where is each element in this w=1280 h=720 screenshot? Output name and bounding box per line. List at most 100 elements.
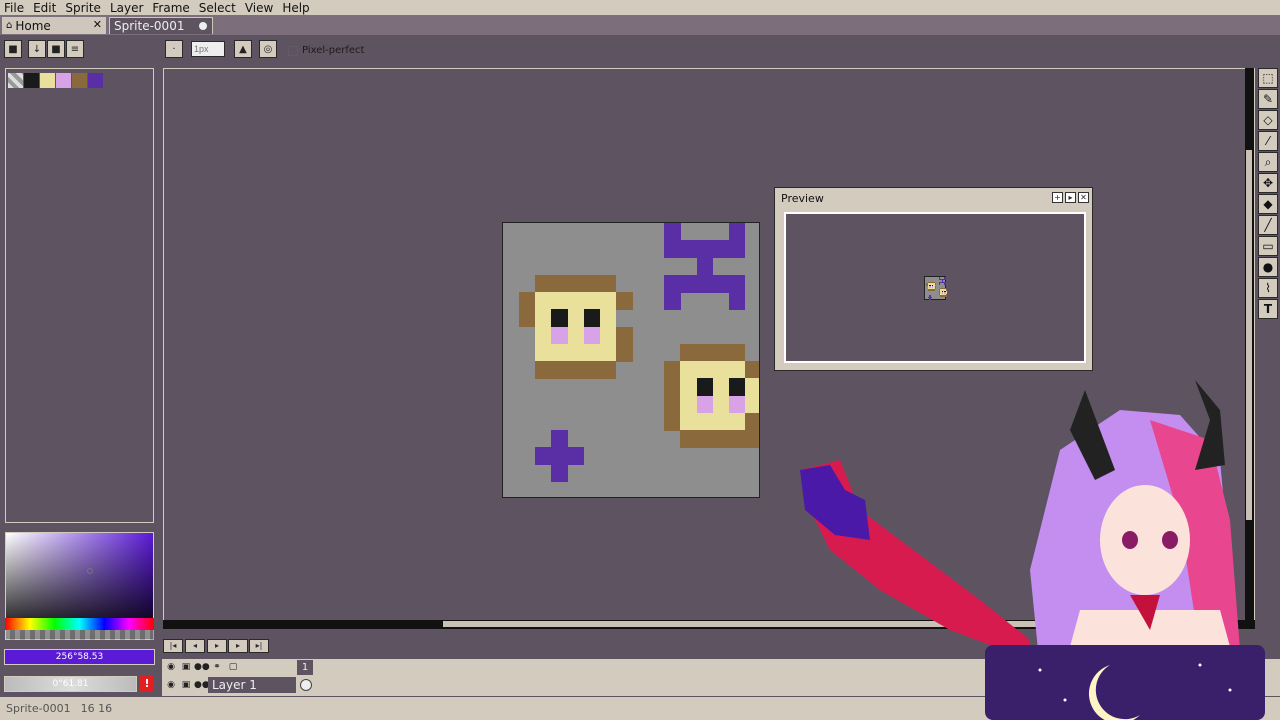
lock-icon[interactable]: ■: [4, 40, 22, 58]
rectangle-icon[interactable]: ▭: [1258, 236, 1278, 256]
blur-icon[interactable]: ⌇: [1258, 278, 1278, 298]
cel-icon[interactable]: [300, 679, 312, 691]
frame-number[interactable]: 1: [297, 660, 313, 675]
pixel-perfect-checkbox[interactable]: [288, 46, 298, 56]
preview-pixel: [938, 283, 941, 285]
warning-icon[interactable]: !: [140, 676, 154, 692]
layer-name[interactable]: Layer 1: [208, 677, 296, 693]
palette-swatch[interactable]: [24, 73, 39, 88]
close-icon[interactable]: ✕: [1078, 192, 1089, 203]
tab-bar: ⌂ Home ✕ Sprite-0001: [0, 15, 1280, 35]
preview-center-icon[interactable]: +: [1052, 192, 1063, 203]
lock-icon[interactable]: ▣: [179, 660, 193, 674]
layer-eye-icon[interactable]: ◉: [164, 678, 178, 692]
text-icon[interactable]: T: [1258, 299, 1278, 319]
onion-skin-icon[interactable]: ⚭: [210, 660, 224, 674]
rectangular-marquee-icon[interactable]: ⬚: [1258, 68, 1278, 88]
sprite-pixel: [680, 395, 697, 414]
preview-pixel: [929, 298, 931, 300]
palette-swatch-transparent[interactable]: [8, 73, 23, 88]
sprite-pixel: [696, 378, 714, 396]
sprite-pixel: [664, 240, 681, 258]
tab-close-button[interactable]: ✕: [93, 18, 102, 31]
sprite-pixel: [680, 361, 697, 379]
brush-size-input[interactable]: [191, 41, 225, 57]
pencil-icon[interactable]: ✎: [1258, 89, 1278, 109]
menu-help[interactable]: Help: [282, 1, 309, 15]
line-icon[interactable]: ╱: [1258, 215, 1278, 235]
sprite-pixel: [680, 240, 697, 258]
menu-select[interactable]: Select: [199, 1, 236, 15]
zoom-icon[interactable]: ⌕: [1258, 152, 1278, 172]
alpha-slider[interactable]: [5, 630, 154, 640]
background-color-button[interactable]: 0°61.81: [4, 676, 137, 692]
palette-swatch[interactable]: [88, 73, 103, 88]
preview-thumbnail: [924, 276, 948, 300]
sprite-pixel: [535, 343, 552, 362]
sprite-pixel: [567, 326, 585, 345]
preview-window[interactable]: Preview + ▸ ✕: [774, 187, 1093, 371]
contour-icon[interactable]: ●: [1258, 257, 1278, 277]
context-toolbar: ■ ↓ ■ ≡ · ▲ ◎ Pixel-perfect: [0, 35, 1280, 67]
brush-angle-icon[interactable]: ▲: [234, 40, 252, 58]
sprite-pixel: [599, 343, 617, 362]
continuous-icon[interactable]: ●●: [194, 660, 210, 674]
palette-swatch[interactable]: [56, 73, 71, 88]
ink-icon[interactable]: ◎: [259, 40, 277, 58]
palette-swatch[interactable]: [72, 73, 87, 88]
sprite-pixel: [664, 274, 681, 293]
preview-area[interactable]: [784, 212, 1086, 363]
eye-icon[interactable]: ◉: [164, 660, 178, 674]
eyedropper-icon[interactable]: ⁄: [1258, 131, 1278, 151]
layer-lock-icon[interactable]: ▣: [179, 678, 193, 692]
menu-file[interactable]: File: [4, 1, 24, 15]
sprite-pixel: [535, 326, 552, 345]
sprite-pixel: [535, 309, 552, 327]
sprite-pixel: [728, 343, 746, 362]
sprite-canvas[interactable]: [502, 222, 760, 498]
eraser-icon[interactable]: ◇: [1258, 110, 1278, 130]
tab-sprite[interactable]: Sprite-0001: [109, 17, 213, 34]
color-picker-cursor[interactable]: [87, 568, 93, 574]
paint-bucket-icon[interactable]: ◆: [1258, 194, 1278, 214]
horizontal-scroll-thumb[interactable]: [443, 621, 1063, 627]
sprite-pixel: [712, 240, 730, 258]
sprite-pixel: [551, 292, 568, 310]
sprite-pixel: [680, 430, 697, 448]
last-frame-icon[interactable]: ▸|: [249, 639, 269, 653]
frame-options-icon[interactable]: ▢: [226, 660, 240, 674]
sprite-pixel: [535, 274, 552, 293]
menu-frame[interactable]: Frame: [152, 1, 189, 15]
previous-frame-icon[interactable]: ◂: [185, 639, 205, 653]
menu-icon[interactable]: ≡: [66, 40, 84, 58]
palette-swatch[interactable]: [40, 73, 55, 88]
sprite-pixel: [519, 292, 536, 310]
sprite-pixel: [712, 395, 730, 414]
first-frame-icon[interactable]: |◂: [163, 639, 183, 653]
menu-edit[interactable]: Edit: [33, 1, 56, 15]
play-icon[interactable]: ▸: [207, 639, 227, 653]
sprite-pixel: [696, 240, 714, 258]
vertical-scroll-thumb[interactable]: [1246, 150, 1252, 520]
sprite-pixel: [599, 361, 617, 379]
preview-play-icon[interactable]: ▸: [1065, 192, 1076, 203]
sprite-pixel: [567, 292, 585, 310]
preview-pixel: [944, 278, 946, 281]
square-icon[interactable]: ■: [47, 40, 65, 58]
foreground-color-button[interactable]: 256°58.53: [4, 649, 155, 665]
arrow-down-icon[interactable]: ↓: [28, 40, 46, 58]
sprite-pixel: [728, 412, 746, 431]
hue-slider[interactable]: [5, 618, 154, 630]
menu-sprite[interactable]: Sprite: [65, 1, 101, 15]
next-frame-icon[interactable]: ▸: [228, 639, 248, 653]
tab-home[interactable]: ⌂ Home ✕: [2, 17, 106, 34]
menu-view[interactable]: View: [245, 1, 273, 15]
sprite-pixel: [664, 378, 681, 396]
move-icon[interactable]: ✥: [1258, 173, 1278, 193]
sprite-pixel: [551, 361, 568, 379]
brush-shape-icon[interactable]: ·: [165, 40, 183, 58]
menu-layer[interactable]: Layer: [110, 1, 143, 15]
sprite-pixel: [728, 240, 746, 258]
sprite-pixel: [567, 361, 585, 379]
layer-continuous-icon[interactable]: ●●: [194, 678, 210, 692]
